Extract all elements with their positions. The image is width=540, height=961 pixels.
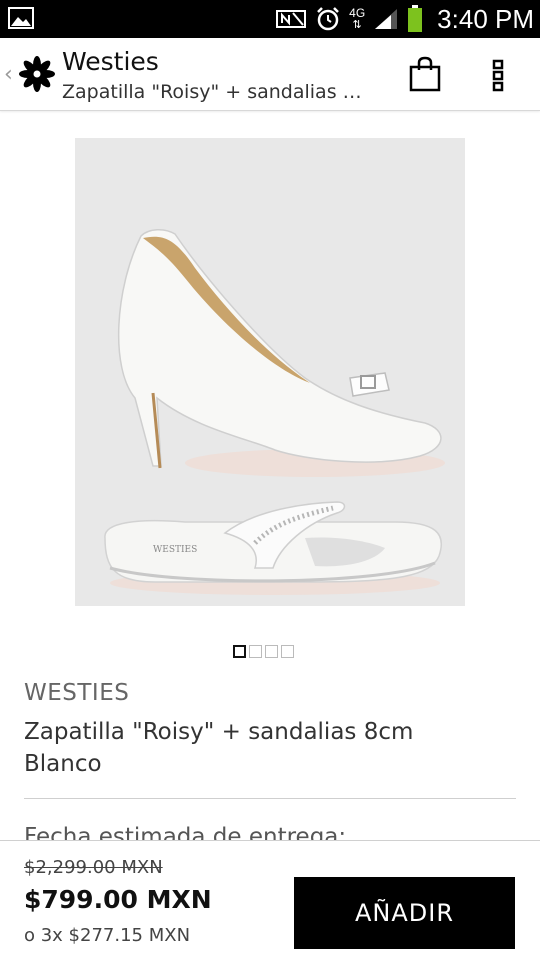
pager-dot-3[interactable] bbox=[265, 645, 278, 658]
sandal-brand-mark: WESTIES bbox=[153, 545, 197, 555]
shopping-bag-icon[interactable] bbox=[408, 56, 442, 92]
sale-price: $799.00 MXN bbox=[24, 885, 212, 914]
nfc-icon bbox=[276, 10, 307, 28]
data-arrows-icon: ⇅ bbox=[352, 18, 362, 31]
app-title: Westies bbox=[62, 47, 159, 76]
shoe-illustration: WESTIES bbox=[75, 138, 465, 606]
image-pager[interactable] bbox=[233, 645, 294, 658]
purchase-bar: $2,299.00 MXN $799.00 MXN o 3x $277.15 M… bbox=[0, 840, 540, 961]
app-bar: ‹ Westies Zapatilla "Roisy" + sandalias … bbox=[0, 38, 540, 111]
pager-dot-4[interactable] bbox=[281, 645, 294, 658]
product-brand[interactable]: WESTIES bbox=[24, 680, 129, 706]
pager-dot-1[interactable] bbox=[233, 645, 246, 658]
signal-strength-icon bbox=[375, 9, 398, 29]
original-price: $2,299.00 MXN bbox=[24, 857, 163, 878]
network-type-icon: 4G ⇅ bbox=[349, 7, 365, 31]
flower-logo-icon[interactable] bbox=[18, 55, 56, 93]
status-bar: 4G ⇅ 3:40 PM bbox=[0, 0, 540, 38]
product-image[interactable]: WESTIES bbox=[75, 138, 465, 606]
overflow-menu-icon[interactable] bbox=[486, 58, 510, 92]
battery-icon bbox=[408, 5, 423, 32]
app-subtitle: Zapatilla "Roisy" + sandalias 8cm Blanco bbox=[62, 81, 372, 103]
product-name: Zapatilla "Roisy" + sandalias 8cm Blanco bbox=[24, 719, 414, 777]
divider bbox=[24, 798, 516, 799]
alarm-icon bbox=[317, 7, 340, 31]
back-chevron-icon[interactable]: ‹ bbox=[4, 62, 13, 87]
status-time: 3:40 PM bbox=[437, 3, 534, 34]
add-to-cart-button[interactable]: AÑADIR bbox=[294, 877, 515, 949]
installment-price: o 3x $277.15 MXN bbox=[24, 925, 191, 946]
pager-dot-2[interactable] bbox=[249, 645, 262, 658]
gallery-notification-icon bbox=[8, 7, 34, 29]
